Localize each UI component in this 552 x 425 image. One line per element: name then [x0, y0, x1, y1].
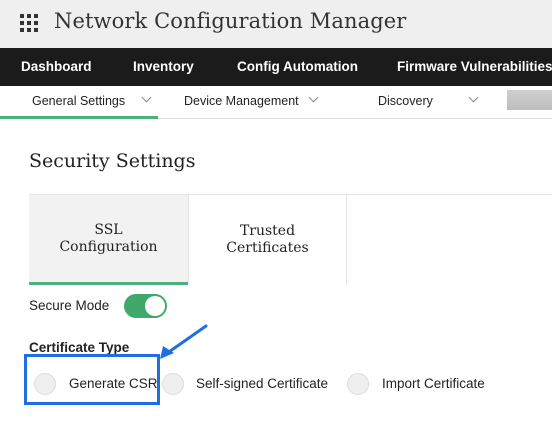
tab-ssl-label-line1: SSL — [94, 221, 123, 238]
page-title: Security Settings — [29, 150, 196, 172]
toggle-knob — [145, 296, 165, 316]
chevron-down-icon[interactable] — [308, 92, 319, 103]
app-header: Network Configuration Manager — [0, 0, 552, 48]
sub-nav: General Settings Device Management Disco… — [0, 86, 552, 119]
subnav-device-management[interactable]: Device Management — [184, 86, 299, 118]
nav-inventory[interactable]: Inventory — [133, 48, 194, 86]
tab-trusted-certificates[interactable]: Trusted Certificates — [189, 195, 347, 284]
subnav-discovery[interactable]: Discovery — [378, 86, 433, 118]
main-nav: Dashboard Inventory Config Automation Fi… — [0, 48, 552, 86]
radio-import-certificate[interactable] — [347, 373, 369, 395]
app-title: Network Configuration Manager — [54, 9, 407, 33]
nav-firmware-vulnerabilities[interactable]: Firmware Vulnerabilities — [397, 48, 552, 86]
grid-icon[interactable] — [20, 14, 40, 34]
annotation-highlight-box — [24, 354, 160, 405]
radio-label-self-signed-certificate[interactable]: Self-signed Certificate — [196, 376, 328, 391]
certificate-type-label: Certificate Type — [29, 340, 130, 355]
secure-mode-toggle[interactable] — [124, 294, 167, 318]
annotation-arrow-icon — [160, 324, 208, 359]
chevron-down-icon[interactable] — [141, 92, 152, 103]
nav-dashboard[interactable]: Dashboard — [21, 48, 92, 86]
subnav-general-settings[interactable]: General Settings — [32, 86, 125, 118]
active-subnav-indicator — [0, 116, 158, 119]
settings-tabs: SSL Configuration Trusted Certificates — [29, 194, 552, 285]
radio-label-import-certificate[interactable]: Import Certificate — [382, 376, 485, 391]
nav-config-automation[interactable]: Config Automation — [237, 48, 358, 86]
secure-mode-label: Secure Mode — [29, 298, 110, 313]
tab-trusted-label-line2: Certificates — [226, 239, 309, 256]
tab-ssl-configuration[interactable]: SSL Configuration — [29, 195, 188, 285]
tab-ssl-label-line2: Configuration — [59, 238, 158, 255]
chevron-down-icon[interactable] — [468, 92, 479, 103]
tab-trusted-label-line1: Trusted — [239, 222, 296, 239]
subnav-overflow-block — [507, 90, 552, 110]
radio-self-signed-certificate[interactable] — [162, 373, 184, 395]
